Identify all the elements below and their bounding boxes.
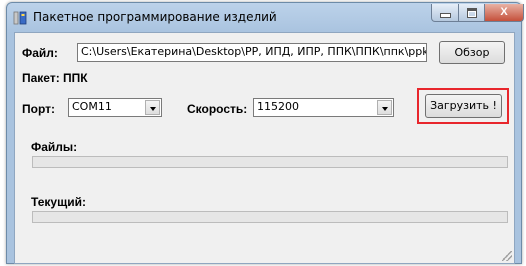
minimize-button[interactable] <box>431 4 459 22</box>
port-select[interactable]: COM11 <box>68 98 162 117</box>
files-label: Файлы: <box>31 140 78 154</box>
speed-select[interactable]: 115200 <box>253 98 394 117</box>
title-bar[interactable]: Пакетное программирование изделий X <box>7 3 524 31</box>
speed-label: Скорость: <box>187 102 248 116</box>
file-path-field[interactable]: C:\Users\Екатерина\Desktop\РР, ИПД, ИПР,… <box>77 43 427 62</box>
close-button[interactable]: X <box>484 4 524 22</box>
app-icon <box>13 11 27 25</box>
file-label: Файл: <box>22 46 58 60</box>
speed-value: 115200 <box>257 100 299 113</box>
minimize-icon <box>439 13 451 18</box>
current-progress-bar <box>32 211 508 223</box>
browse-button[interactable]: Обзор <box>439 41 505 64</box>
package-label: Пакет: ППК <box>22 71 88 85</box>
maximize-button[interactable] <box>458 4 485 22</box>
chevron-down-icon[interactable] <box>145 100 160 115</box>
chevron-down-icon[interactable] <box>377 100 392 115</box>
main-panel: Файл: C:\Users\Екатерина\Desktop\РР, ИПД… <box>14 32 515 264</box>
maximize-icon <box>466 8 477 18</box>
port-value: COM11 <box>72 100 112 113</box>
files-progress-bar <box>32 156 508 168</box>
window-title: Пакетное программирование изделий <box>33 10 277 24</box>
close-icon: X <box>500 6 508 18</box>
load-button[interactable]: Загрузить ! <box>425 94 502 118</box>
port-label: Порт: <box>22 102 55 116</box>
app-window: Пакетное программирование изделий X Файл… <box>6 2 524 264</box>
current-label: Текущий: <box>31 195 86 209</box>
resize-grip[interactable] <box>502 251 512 261</box>
